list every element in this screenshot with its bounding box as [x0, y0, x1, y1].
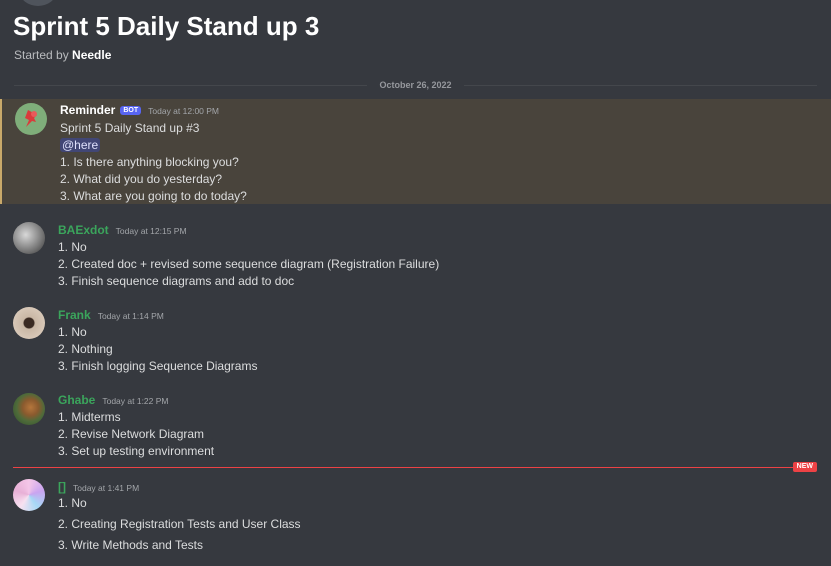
message-line: 3. Finish logging Sequence Diagrams [58, 359, 258, 373]
divider-line-left [14, 84, 368, 86]
avatar[interactable] [13, 307, 45, 339]
message-line: 2. Created doc + revised some sequence d… [58, 257, 440, 271]
timestamp: Today at 1:14 PM [97, 311, 164, 321]
started-by-username[interactable]: Needle [72, 48, 111, 62]
new-messages-divider [13, 467, 817, 468]
message-line: 3. Set up testing environment [58, 444, 215, 458]
message-line: Sprint 5 Daily Stand up #3 [60, 121, 200, 135]
message-line: 2. Nothing [58, 342, 113, 356]
timestamp: Today at 1:41 PM [73, 483, 140, 493]
message-line: 1. No [58, 496, 87, 510]
thread-started-by: Started by Needle [14, 48, 111, 62]
thread-starter-avatar[interactable] [20, 0, 56, 6]
message-ghabe[interactable]: Ghabe Today at 1:22 PM 1. Midterms 2. Re… [0, 390, 831, 460]
message-line: 3. Finish sequence diagrams and add to d… [58, 274, 295, 288]
message-line: 2. Creating Registration Tests and User … [58, 517, 301, 531]
timestamp: Today at 1:22 PM [102, 396, 169, 406]
timestamp: Today at 12:15 PM [115, 226, 187, 236]
message-header: Frank Today at 1:14 PM [58, 308, 164, 322]
username[interactable]: Ghabe [58, 393, 95, 407]
message-line: 1. No [58, 240, 87, 254]
message-line: 2. Revise Network Diagram [58, 427, 205, 441]
new-messages-badge: NEW [792, 462, 817, 472]
username[interactable]: Frank [58, 308, 91, 322]
username[interactable]: Reminder [60, 103, 115, 117]
started-by-label: Started by [14, 48, 69, 62]
message-line: 3. Write Methods and Tests [58, 538, 203, 552]
date-divider-label: October 26, 2022 [379, 80, 452, 90]
date-divider: October 26, 2022 [14, 79, 818, 91]
message-reminder[interactable]: Reminder BOT Today at 12:00 PM Sprint 5 … [0, 99, 831, 204]
avatar[interactable] [13, 479, 45, 511]
message-brackets-user[interactable]: [] Today at 1:41 PM 1. No 2. Creating Re… [0, 477, 831, 557]
message-line: 2. What did you do yesterday? [60, 172, 223, 186]
message-line: 3. What are you going to do today? [60, 189, 247, 203]
here-mention[interactable]: @here [60, 138, 101, 152]
message-line: 1. Midterms [58, 410, 121, 424]
message-header: Reminder BOT Today at 12:00 PM [60, 103, 219, 117]
divider-line-right [463, 84, 818, 86]
username[interactable]: BAExdot [58, 223, 109, 237]
message-line: 1. No [58, 325, 87, 339]
pushpin-icon [25, 110, 37, 127]
message-header: BAExdot Today at 12:15 PM [58, 223, 187, 237]
message-baexdot[interactable]: BAExdot Today at 12:15 PM 1. No 2. Creat… [0, 220, 831, 290]
avatar[interactable] [13, 393, 45, 425]
message-header: [] Today at 1:41 PM [58, 480, 139, 494]
avatar[interactable] [15, 103, 47, 135]
bot-badge: BOT [120, 106, 142, 115]
message-line: 1. Is there anything blocking you? [60, 155, 239, 169]
message-frank[interactable]: Frank Today at 1:14 PM 1. No 2. Nothing … [0, 305, 831, 375]
thread-title: Sprint 5 Daily Stand up 3 [13, 11, 320, 41]
username[interactable]: [] [58, 480, 66, 494]
message-header: Ghabe Today at 1:22 PM [58, 393, 169, 407]
mention-line: @here [60, 138, 101, 152]
timestamp: Today at 12:00 PM [148, 106, 220, 116]
avatar[interactable] [13, 222, 45, 254]
